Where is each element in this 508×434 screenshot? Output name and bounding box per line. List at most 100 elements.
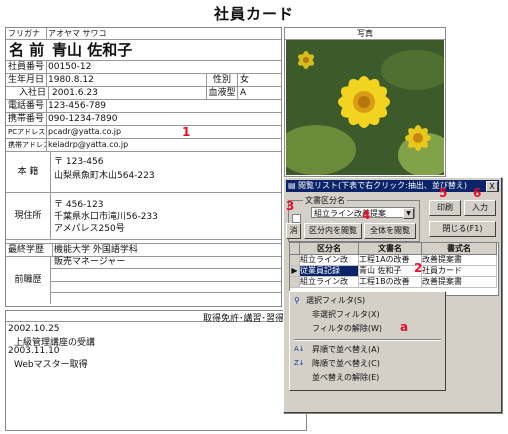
emp-no-value: 00150-12 xyxy=(48,62,92,72)
chevron-down-icon[interactable]: ▼ xyxy=(403,208,414,219)
address-label: 現住所 xyxy=(6,193,51,239)
employee-card: フリガナ アオヤマ サワコ 名 前 青山 佐和子 社員番号 00150-12 生… xyxy=(5,27,282,307)
current-row-arrow-icon[interactable]: ▶ xyxy=(290,266,300,277)
photo-header: 写真 xyxy=(285,28,445,40)
marker-4: 4 xyxy=(362,208,371,222)
sort-ascending-icon: A↓ xyxy=(294,345,305,353)
table-cell[interactable]: 工程1Aの改善 xyxy=(359,255,422,266)
blood-value: A xyxy=(240,88,247,98)
menu-item-label: 選択フィルタ(S) xyxy=(306,296,366,305)
browse-list-window: ▤ 閲覧リスト(下表で右クリック:抽出、並び替え) X 文書区分名 組立ライン改… xyxy=(283,177,502,413)
column-header-document[interactable]: 文書名 xyxy=(359,243,422,255)
furigana-label: フリガナ xyxy=(6,28,47,39)
qual-line-4: Webマスター取得 xyxy=(14,360,88,370)
print-button[interactable]: 印刷 xyxy=(429,200,461,216)
input-button[interactable]: 入力 xyxy=(464,200,496,216)
table-cell[interactable]: 青山 佐和子 xyxy=(359,266,422,277)
close-button[interactable]: 閉じる(F1) xyxy=(429,221,496,237)
mobile-value: 090-1234-7890 xyxy=(48,114,118,124)
qual-line-3: 2003.11.10 xyxy=(8,346,60,356)
furigana-row: フリガナ アオヤマ サワコ xyxy=(6,28,281,40)
pc-address-label: PCアドレス xyxy=(8,126,47,138)
name-label: 名 前 xyxy=(9,41,45,59)
flower-image xyxy=(286,40,444,175)
menu-item-sort-ascending[interactable]: A↓ 昇順で並べ替え(A) xyxy=(290,343,445,356)
dialog-titlebar[interactable]: ▤ 閲覧リスト(下表で右クリック:抽出、並び替え) X xyxy=(286,180,499,192)
table-cell[interactable]: 工程1Bの改善 xyxy=(359,277,422,288)
erase-button[interactable]: 消 xyxy=(286,223,301,239)
column-header-category[interactable]: 区分名 xyxy=(300,243,359,255)
filter-icon: ⚲ xyxy=(294,296,300,305)
prev-job-label: 前職歴 xyxy=(6,256,51,304)
doc-type-checkbox[interactable] xyxy=(292,214,301,223)
table-cell-selected[interactable]: 従業員記録 xyxy=(300,266,359,277)
name-row: 名 前 青山 佐和子 xyxy=(6,40,281,61)
photo-box: 写真 xyxy=(284,27,446,177)
row-selector[interactable] xyxy=(290,255,300,266)
table-cell[interactable]: 改善提案書 xyxy=(422,255,497,266)
phone-row: 電話番号 123-456-789 xyxy=(6,100,281,113)
close-icon[interactable]: X xyxy=(486,181,498,192)
qualifications-header: 取得免許･講習･習得技術 xyxy=(5,310,305,324)
address-line1: 千葉県水口市滝川56-233 xyxy=(54,212,158,221)
mobile-address-label: 携帯アドレス xyxy=(8,139,47,151)
birth-row: 生年月日 1980.8.12 性別 女 xyxy=(6,74,281,87)
doc-type-label: 文書区分名 xyxy=(303,195,347,206)
prev-job-value: 販売マネージャー xyxy=(54,257,126,267)
marker-2: 2 xyxy=(414,261,423,275)
prev-job-line-2 xyxy=(51,268,281,282)
join-value: 2001.6.23 xyxy=(52,88,98,98)
doc-type-value: 組立ライン改善提案 xyxy=(314,209,386,218)
mobile-row: 携帯番号 090-1234-7890 xyxy=(6,113,281,126)
qualifications-body: 2002.10.25 上級管理講座の受講 2003.11.10 Webマスター取… xyxy=(5,322,307,431)
gender-label: 性別 xyxy=(206,74,238,86)
phone-label: 電話番号 xyxy=(6,100,47,112)
marker-5: 5 xyxy=(439,186,448,200)
row-selector-header xyxy=(290,243,300,255)
education-row: 最終学歴 機能大学 外国語学科 xyxy=(6,243,281,257)
window-icon: ▤ xyxy=(288,181,296,190)
flower-photo xyxy=(286,40,444,175)
table-cell[interactable]: 社員カード xyxy=(422,266,497,277)
qual-line-1: 2002.10.25 xyxy=(8,324,60,334)
table-cell[interactable]: 改善提案書 xyxy=(422,277,497,288)
mobile-address-row: 携帯アドレス keiadrp@yatta.co.jp xyxy=(6,139,281,152)
row-selector[interactable] xyxy=(290,277,300,288)
document-grid[interactable]: 区分名 文書名 書式名 組立ライン改 工程1Aの改善 改善提案書 ▶ 従業員記録… xyxy=(289,242,499,296)
menu-separator xyxy=(294,339,441,341)
sort-descending-icon: Z↓ xyxy=(294,359,305,367)
honseki-value: 山梨県魚町木山564-223 xyxy=(54,171,155,180)
marker-3: 3 xyxy=(286,199,295,213)
gender-value: 女 xyxy=(240,75,250,85)
menu-item-sort-descending[interactable]: Z↓ 降順で並べ替え(C) xyxy=(290,357,445,370)
menu-item-remove-filter[interactable]: フィルタの解除(W) xyxy=(290,322,445,335)
table-cell[interactable]: 組立ライン改 xyxy=(300,277,359,288)
menu-item-remove-sort[interactable]: 並べ替えの解除(E) xyxy=(290,371,445,384)
page-title: 社員カード xyxy=(213,5,294,23)
table-cell[interactable]: 組立ライン改 xyxy=(300,255,359,266)
education-label: 最終学歴 xyxy=(6,244,53,256)
pc-address-value: pcadr@yatta.co.jp xyxy=(48,127,122,136)
honseki-label: 本 籍 xyxy=(6,152,51,192)
menu-item-selection-filter[interactable]: ⚲ 選択フィルタ(S) xyxy=(290,294,445,307)
prev-job-line-3 xyxy=(51,292,281,305)
prev-job-row: 前職歴 販売マネージャー xyxy=(6,256,281,304)
menu-item-label: 昇順で並べ替え(A) xyxy=(312,345,380,354)
education-value: 機能大学 外国語学科 xyxy=(54,245,138,255)
menu-item-exclude-filter[interactable]: 非選択フィルタ(X) xyxy=(290,308,445,321)
context-menu: ⚲ 選択フィルタ(S) 非選択フィルタ(X) フィルタの解除(W) A↓ 昇順で… xyxy=(289,291,446,391)
birth-value: 1980.8.12 xyxy=(48,75,94,85)
name-value: 青山 佐和子 xyxy=(52,41,133,59)
join-row: 入社日 2001.6.23 血液型 A xyxy=(6,87,281,100)
column-header-format[interactable]: 書式名 xyxy=(422,243,497,255)
marker-1: 1 xyxy=(182,126,191,138)
honseki-zip: 〒 123-456 xyxy=(54,157,104,166)
emp-no-label: 社員番号 xyxy=(6,61,47,73)
menu-item-label: 降順で並べ替え(C) xyxy=(312,359,380,368)
pc-address-row: PCアドレス pcadr@yatta.co.jp 1 xyxy=(6,126,281,139)
view-by-type-button[interactable]: 区分内を閲覧 xyxy=(304,223,362,239)
honseki-row: 本 籍 〒 123-456 山梨県魚町木山564-223 xyxy=(6,152,281,193)
mobile-address-value: keiadrp@yatta.co.jp xyxy=(48,140,129,149)
view-all-button[interactable]: 全体を閲覧 xyxy=(364,223,416,239)
marker-a: a xyxy=(400,320,409,334)
